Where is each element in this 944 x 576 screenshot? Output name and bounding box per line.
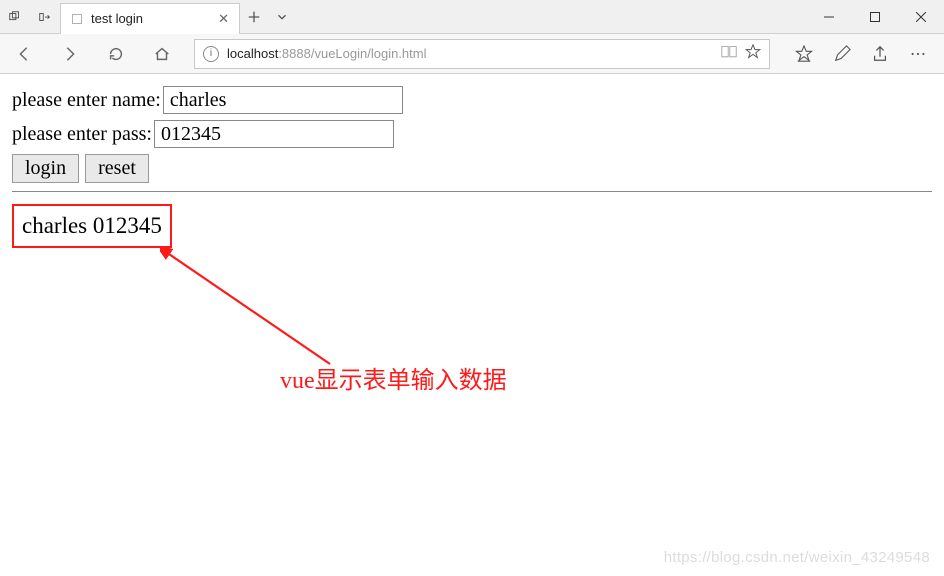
titlebar-left-group: test login ✕ (0, 0, 296, 33)
reset-button[interactable]: reset (85, 154, 149, 183)
site-info-icon[interactable]: i (203, 46, 219, 62)
tab-title: test login (91, 11, 210, 26)
watermark: https://blog.csdn.net/weixin_43249548 (664, 549, 930, 566)
share-icon[interactable] (870, 44, 890, 64)
pass-input[interactable] (154, 120, 394, 148)
name-row: please enter name: (12, 86, 932, 114)
browser-toolbar: i localhost:8888/vueLogin/login.html (0, 34, 944, 74)
address-input[interactable]: localhost:8888/vueLogin/login.html (227, 46, 713, 61)
set-aside-tabs-icon[interactable] (30, 0, 60, 34)
output-text: charles 012345 (22, 213, 162, 238)
pass-row: please enter pass: (12, 120, 932, 148)
more-icon[interactable] (908, 44, 928, 64)
addr-host: localhost (227, 46, 278, 61)
tab-close-icon[interactable]: ✕ (218, 11, 229, 27)
new-tab-button[interactable] (240, 10, 268, 24)
name-input[interactable] (163, 86, 403, 114)
notes-icon[interactable] (832, 44, 852, 64)
annotation-arrow-icon (160, 246, 360, 376)
forward-button[interactable] (56, 40, 84, 68)
output-box: charles 012345 (12, 204, 172, 248)
tab-actions-chevron-icon[interactable] (268, 10, 296, 24)
browser-tab[interactable]: test login ✕ (60, 3, 240, 34)
back-button[interactable] (10, 40, 38, 68)
refresh-button[interactable] (102, 40, 130, 68)
favorite-star-icon[interactable] (745, 44, 761, 63)
login-button[interactable]: login (12, 154, 79, 183)
titlebar-spacer (296, 0, 806, 33)
maximize-button[interactable] (852, 0, 898, 34)
title-bar: test login ✕ (0, 0, 944, 34)
page-icon (71, 13, 83, 25)
home-button[interactable] (148, 40, 176, 68)
reading-view-icon[interactable] (721, 45, 737, 62)
addr-port: :8888 (278, 46, 311, 61)
favorites-list-icon[interactable] (794, 44, 814, 64)
address-bar[interactable]: i localhost:8888/vueLogin/login.html (194, 39, 770, 69)
name-label: please enter name: (12, 89, 161, 112)
minimize-button[interactable] (806, 0, 852, 34)
annotation-text: vue显示表单输入数据 (280, 360, 507, 395)
tabs-overview-icon[interactable] (0, 0, 30, 34)
pass-label: please enter pass: (12, 123, 152, 146)
close-window-button[interactable] (898, 0, 944, 34)
button-row: login reset (12, 154, 932, 183)
page-content: please enter name: please enter pass: lo… (0, 74, 944, 260)
toolbar-right-group (788, 44, 934, 64)
addr-path: /vueLogin/login.html (311, 46, 427, 61)
separator (12, 191, 932, 192)
window-controls (806, 0, 944, 33)
